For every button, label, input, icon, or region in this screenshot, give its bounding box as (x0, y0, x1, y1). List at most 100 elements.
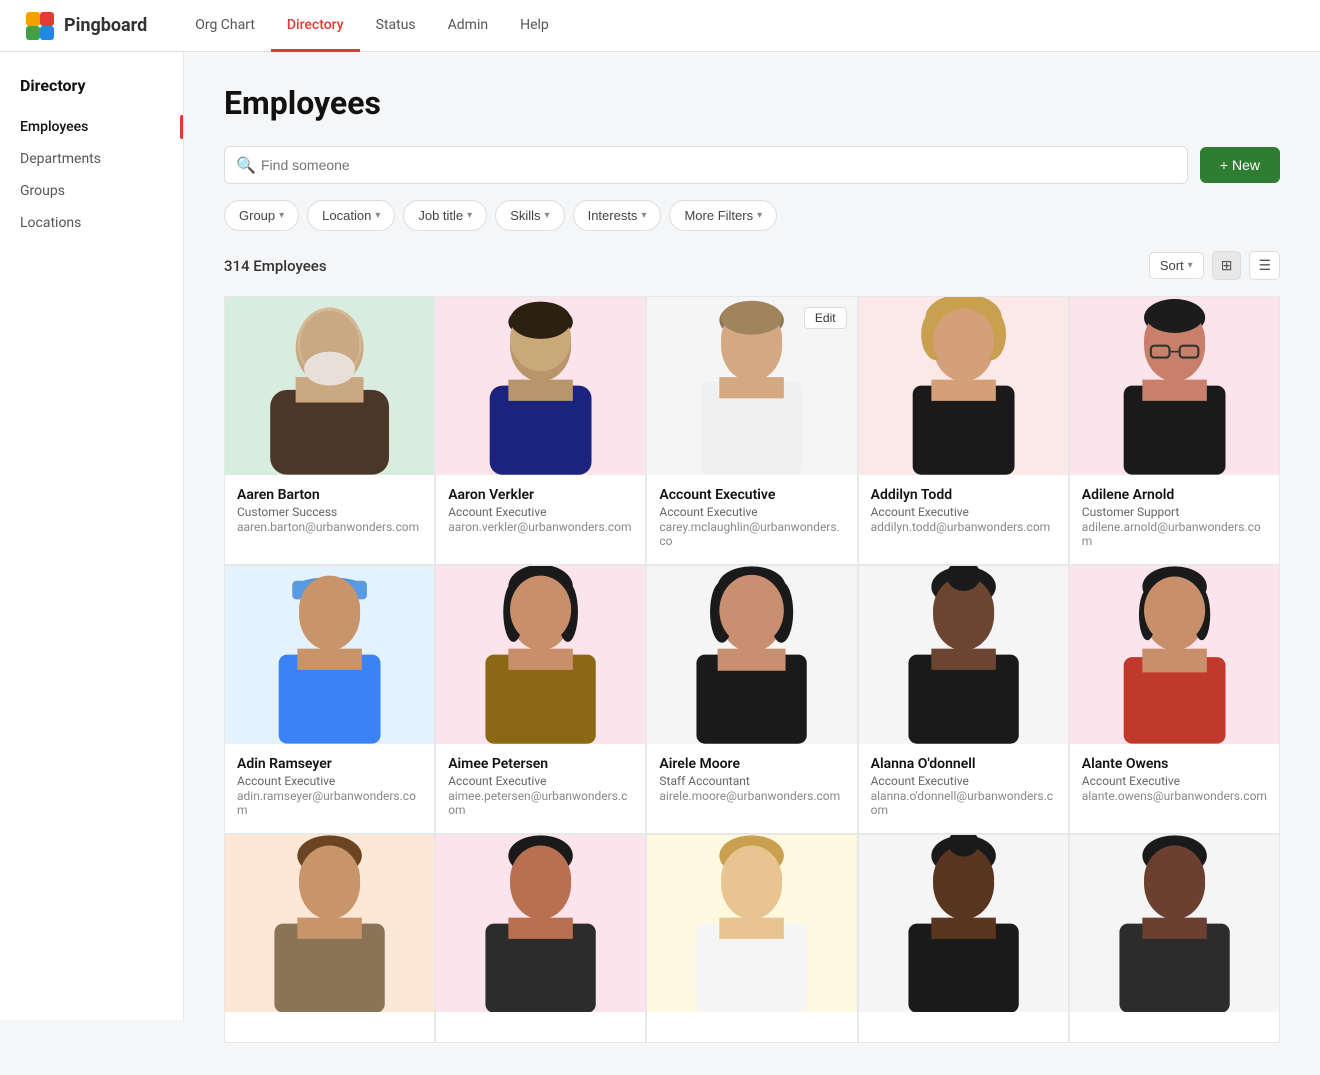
card-info: Adilene Arnold Customer Support adilene.… (1070, 475, 1279, 564)
employee-email: airele.moore@urbanwonders.com (659, 789, 844, 803)
employee-name: Adin Ramseyer (237, 756, 422, 772)
sidebar-title: Directory (0, 76, 183, 111)
filter-interests-label: Interests (588, 208, 638, 223)
sort-button[interactable]: Sort ▾ (1149, 252, 1204, 279)
card-info: Airele Moore Staff Accountant airele.moo… (647, 744, 856, 819)
nav-org-chart[interactable]: Org Chart (179, 0, 271, 52)
table-row[interactable]: Alante Owens Account Executive alante.ow… (1069, 565, 1280, 834)
grid-icon: ⊞ (1221, 257, 1233, 273)
table-row[interactable]: Adilene Arnold Customer Support adilene.… (1069, 296, 1280, 565)
sort-label: Sort (1160, 258, 1184, 273)
chevron-down-icon: ▾ (375, 210, 380, 221)
filter-more[interactable]: More Filters ▾ (669, 200, 777, 231)
employee-name: Aimee Petersen (448, 756, 633, 772)
table-row[interactable]: Aimee Petersen Account Executive aimee.p… (435, 565, 646, 834)
card-info (436, 1012, 645, 1042)
chevron-down-icon: ▾ (467, 210, 472, 221)
filter-row: Group ▾ Location ▾ Job title ▾ Skills ▾ … (224, 200, 1280, 231)
card-info: Aaron Verkler Account Executive aaron.ve… (436, 475, 645, 550)
employee-email: addilyn.todd@urbanwonders.com (871, 520, 1056, 534)
pingboard-logo-icon (24, 10, 56, 42)
chevron-down-icon: ▾ (545, 210, 550, 221)
employee-role: Account Executive (1082, 774, 1267, 788)
sidebar-item-employees[interactable]: Employees (0, 111, 183, 143)
sidebar-departments-label: Departments (20, 151, 101, 167)
card-info (1070, 1012, 1279, 1042)
search-input[interactable] (224, 146, 1188, 184)
sidebar-item-groups[interactable]: Groups (0, 175, 183, 207)
filter-skills-label: Skills (510, 208, 540, 223)
table-row[interactable] (224, 834, 435, 1044)
list-view-button[interactable]: ☰ (1249, 251, 1280, 280)
filter-skills[interactable]: Skills ▾ (495, 200, 564, 231)
employee-role: Account Executive (871, 505, 1056, 519)
new-button[interactable]: + New (1200, 147, 1280, 183)
sidebar-item-departments[interactable]: Departments (0, 143, 183, 175)
employee-name: Airele Moore (659, 756, 844, 772)
employee-name: Addilyn Todd (871, 487, 1056, 503)
count-sort-row: 314 Employees Sort ▾ ⊞ ☰ (224, 251, 1280, 280)
filter-group[interactable]: Group ▾ (224, 200, 299, 231)
card-info: Account Executive Account Executive care… (647, 475, 856, 564)
card-edit-button[interactable]: Edit (804, 307, 847, 329)
table-row[interactable]: Adin Ramseyer Account Executive adin.ram… (224, 565, 435, 834)
employee-name: Alanna O'donnell (871, 756, 1056, 772)
table-row[interactable]: Addilyn Todd Account Executive addilyn.t… (858, 296, 1069, 565)
logo[interactable]: Pingboard (24, 10, 147, 42)
filter-job-title[interactable]: Job title ▾ (403, 200, 487, 231)
filter-interests[interactable]: Interests ▾ (573, 200, 662, 231)
employee-email: alanna.o'donnell@urbanwonders.com (871, 789, 1056, 817)
employee-role: Staff Accountant (659, 774, 844, 788)
card-info: Addilyn Todd Account Executive addilyn.t… (859, 475, 1068, 550)
search-row: 🔍 + New (224, 146, 1280, 184)
employee-role: Account Executive (659, 505, 844, 519)
grid-view-button[interactable]: ⊞ (1212, 251, 1242, 280)
card-info: Aimee Petersen Account Executive aimee.p… (436, 744, 645, 833)
employee-role: Customer Success (237, 505, 422, 519)
table-row[interactable]: Aaron Verkler Account Executive aaron.ve… (435, 296, 646, 565)
nav-admin[interactable]: Admin (432, 0, 504, 52)
employee-email: aimee.petersen@urbanwonders.com (448, 789, 633, 817)
search-icon: 🔍 (236, 156, 256, 175)
employee-name: Alante Owens (1082, 756, 1267, 772)
card-info: Alante Owens Account Executive alante.ow… (1070, 744, 1279, 819)
employee-name: Aaren Barton (237, 487, 422, 503)
filter-location-label: Location (322, 208, 371, 223)
table-row[interactable]: Alanna O'donnell Account Executive alann… (858, 565, 1069, 834)
sidebar-item-locations[interactable]: Locations (0, 207, 183, 239)
employee-name: Account Executive (659, 487, 844, 503)
table-row[interactable] (858, 834, 1069, 1044)
employee-role: Customer Support (1082, 505, 1267, 519)
sidebar-locations-label: Locations (20, 215, 81, 231)
table-row[interactable] (435, 834, 646, 1044)
nav-directory[interactable]: Directory (271, 0, 360, 52)
table-row[interactable]: Edit Account Executive Account Executive… (646, 296, 857, 565)
table-row[interactable]: Aaren Barton Customer Success aaren.bart… (224, 296, 435, 565)
employee-email: adin.ramseyer@urbanwonders.com (237, 789, 422, 817)
nav-status[interactable]: Status (360, 0, 432, 52)
filter-group-label: Group (239, 208, 275, 223)
filter-location[interactable]: Location ▾ (307, 200, 395, 231)
table-row[interactable] (1069, 834, 1280, 1044)
employee-count: 314 Employees (224, 257, 327, 275)
employee-email: carey.mclaughlin@urbanwonders.co (659, 520, 844, 548)
employee-email: aaren.barton@urbanwonders.com (237, 520, 422, 534)
sort-chevron-icon: ▾ (1188, 260, 1193, 271)
list-icon: ☰ (1258, 257, 1271, 273)
layout: Directory Employees Departments Groups L… (0, 52, 1320, 1075)
table-row[interactable] (646, 834, 857, 1044)
filter-jobtitle-label: Job title (418, 208, 463, 223)
search-wrapper: 🔍 (224, 146, 1188, 184)
view-controls: Sort ▾ ⊞ ☰ (1149, 251, 1280, 280)
chevron-down-icon: ▾ (279, 210, 284, 221)
logo-text: Pingboard (64, 15, 147, 36)
filter-more-label: More Filters (684, 208, 753, 223)
table-row[interactable]: Airele Moore Staff Accountant airele.moo… (646, 565, 857, 834)
card-info: Adin Ramseyer Account Executive adin.ram… (225, 744, 434, 833)
employee-role: Account Executive (237, 774, 422, 788)
employee-role: Account Executive (448, 774, 633, 788)
nav-help[interactable]: Help (504, 0, 565, 52)
chevron-down-icon: ▾ (757, 210, 762, 221)
employee-name: Aaron Verkler (448, 487, 633, 503)
sidebar-groups-label: Groups (20, 183, 65, 199)
